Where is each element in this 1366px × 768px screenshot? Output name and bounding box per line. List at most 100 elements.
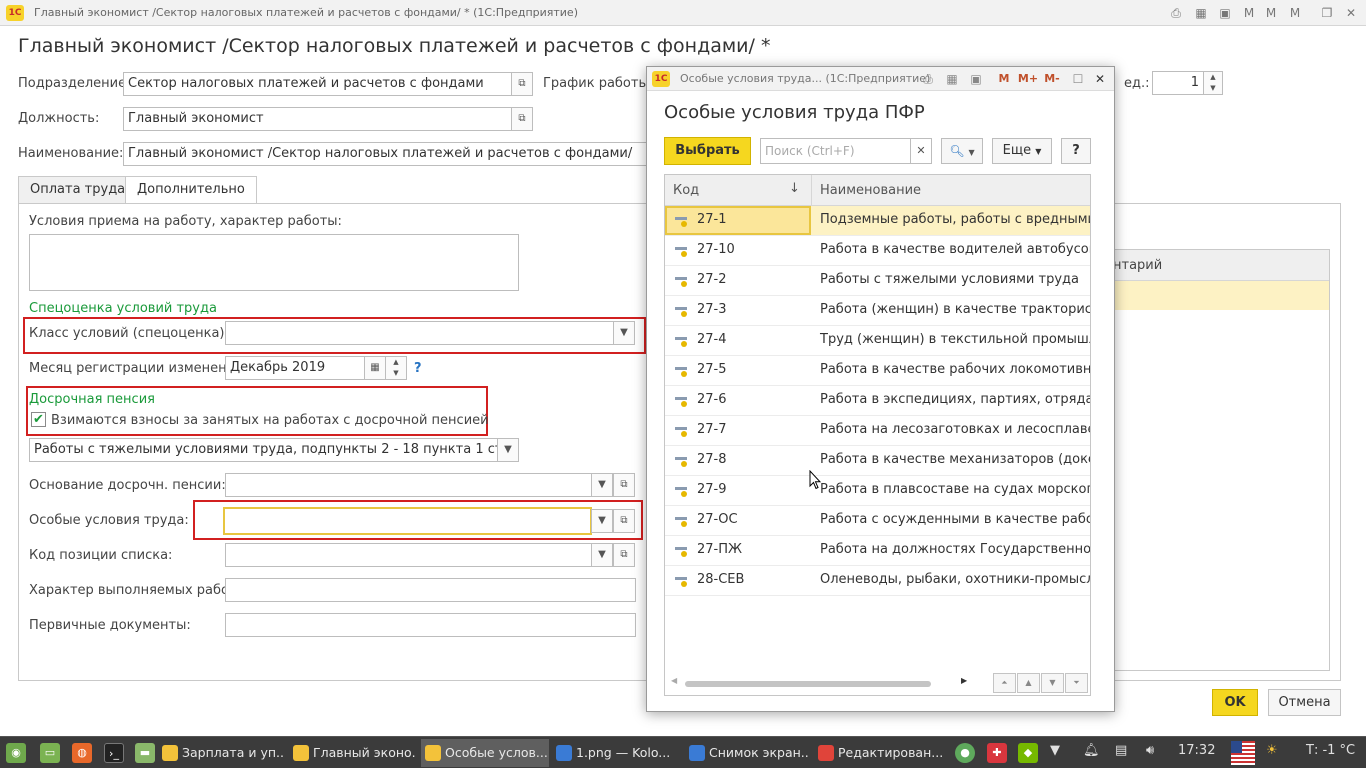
contributions-checkbox[interactable]: ✔: [31, 412, 46, 427]
department-field[interactable]: Сектор налоговых платежей и расчетов с ф…: [123, 72, 512, 96]
list-item[interactable]: 27-ПЖ Работа на должностях Государственно…: [665, 536, 1090, 566]
dialog-calendar-icon[interactable]: ▣: [967, 70, 985, 88]
mint-menu-icon[interactable]: ◉: [6, 743, 26, 763]
works-type-field[interactable]: Работы с тяжелыми условиями труда, подпу…: [29, 438, 498, 462]
hiring-conditions-textarea[interactable]: [29, 234, 519, 291]
memory-plus-icon[interactable]: M: [1262, 5, 1280, 21]
ok-button[interactable]: OK: [1212, 689, 1258, 716]
scroll-up-icon[interactable]: ▲: [1017, 673, 1040, 693]
list-position-code-field[interactable]: [225, 543, 592, 567]
list-item[interactable]: 27-9 Работа в плавсоставе на судах морско…: [665, 476, 1090, 506]
code-cell[interactable]: 27-3: [665, 296, 811, 325]
calculator-icon[interactable]: ▦: [1192, 5, 1210, 21]
temperature[interactable]: Т: -1 °С: [1306, 743, 1355, 758]
list-position-code-open-button[interactable]: ⧉: [613, 543, 635, 567]
dialog-memory-minus-icon[interactable]: M-: [1041, 70, 1063, 88]
code-cell[interactable]: 27-2: [665, 266, 811, 295]
taskbar-window-item[interactable]: 1.png — Kolo...: [552, 739, 680, 767]
background-selected-row[interactable]: [1111, 281, 1329, 310]
nvidia-icon[interactable]: ◆: [1018, 743, 1038, 763]
list-item[interactable]: 27-7 Работа на лесозаготовках и лесосплав…: [665, 416, 1090, 446]
list-item[interactable]: 27-4 Труд (женщин) в текстильной промышле…: [665, 326, 1090, 356]
volume-icon[interactable]: 🔊︎: [1146, 743, 1154, 758]
print-icon[interactable]: ⎙: [1167, 5, 1185, 21]
weather-icon[interactable]: ☀: [1266, 743, 1278, 758]
conditions-class-dropdown-button[interactable]: ▼: [613, 321, 635, 345]
scroll-down-icon[interactable]: ▼: [1041, 673, 1064, 693]
early-pension-basis-open-button[interactable]: ⧉: [613, 473, 635, 497]
dialog-calculator-icon[interactable]: ▦: [943, 70, 961, 88]
scroll-top-icon[interactable]: ⏶: [993, 673, 1016, 693]
horizontal-scrollbar[interactable]: ◀ ▶: [671, 676, 971, 690]
reg-month-calendar-button[interactable]: ▦: [364, 356, 386, 380]
position-open-button[interactable]: ⧉: [511, 107, 533, 131]
taskbar-window-item[interactable]: Особые услов...: [421, 739, 549, 767]
list-item[interactable]: 27-ОС Работа с осужденными в качестве раб…: [665, 506, 1090, 536]
code-cell[interactable]: 27-9: [665, 476, 811, 505]
code-cell[interactable]: 28-СЕВ: [665, 566, 811, 595]
scroll-right-icon[interactable]: ▶: [961, 676, 967, 685]
early-pension-basis-field[interactable]: [225, 473, 592, 497]
app-tray-icon[interactable]: ●: [955, 743, 975, 763]
search-input[interactable]: Поиск (Ctrl+F): [760, 138, 911, 164]
dialog-maximize-icon[interactable]: ☐: [1069, 70, 1087, 88]
list-item[interactable]: 27-10 Работа в качестве водителей автобус…: [665, 236, 1090, 266]
column-name-header[interactable]: Наименование: [820, 183, 921, 198]
special-conditions-field[interactable]: [223, 507, 592, 535]
code-cell[interactable]: 27-4: [665, 326, 811, 355]
taskbar-window-item[interactable]: Редактирован...: [814, 739, 944, 767]
taskbar-window-item[interactable]: Зарплата и уп...: [158, 739, 284, 767]
special-conditions-dropdown-button[interactable]: ▼: [591, 509, 613, 533]
units-field[interactable]: 1: [1152, 71, 1204, 95]
firefox-icon[interactable]: ◍: [72, 743, 92, 763]
dialog-print-icon[interactable]: ⎙: [919, 70, 937, 88]
taskbar-window-item[interactable]: Снимок экран...: [685, 739, 809, 767]
tab-payment[interactable]: Оплата труда: [18, 176, 138, 204]
column-divider[interactable]: [811, 175, 812, 206]
reg-month-help-icon[interactable]: ?: [414, 361, 422, 376]
search-options-button[interactable]: 🔍︎ ▼: [941, 138, 983, 164]
dialog-memory-plus-icon[interactable]: M+: [1017, 70, 1039, 88]
units-spinner[interactable]: ▲ ▼: [1203, 71, 1223, 95]
reg-month-spinner[interactable]: ▲ ▼: [385, 356, 407, 380]
show-desktop-icon[interactable]: ▭: [40, 743, 60, 763]
position-field[interactable]: Главный экономист: [123, 107, 512, 131]
code-cell[interactable]: 27-ПЖ: [665, 536, 811, 565]
scroll-bottom-icon[interactable]: ⏷: [1065, 673, 1088, 693]
primary-docs-field[interactable]: [225, 613, 636, 637]
code-cell[interactable]: 27-5: [665, 356, 811, 385]
code-cell[interactable]: 27-7: [665, 416, 811, 445]
help-button[interactable]: ?: [1061, 138, 1091, 164]
clipboard-icon[interactable]: ▤: [1115, 743, 1127, 758]
code-cell[interactable]: 27-ОС: [665, 506, 811, 535]
works-type-dropdown-button[interactable]: ▼: [497, 438, 519, 462]
column-code-header[interactable]: Код: [673, 183, 699, 198]
select-button[interactable]: Выбрать: [664, 137, 751, 165]
list-item[interactable]: 27-3 Работа (женщин) в качестве тракторис…: [665, 296, 1090, 326]
close-window-icon[interactable]: ✕: [1342, 5, 1360, 21]
reg-month-field[interactable]: Декабрь 2019: [225, 356, 365, 380]
scrollbar-thumb[interactable]: [685, 681, 931, 687]
list-item[interactable]: 27-2 Работы с тяжелыми условиями труда: [665, 266, 1090, 296]
code-cell[interactable]: 27-1: [665, 206, 811, 235]
calendar-icon[interactable]: ▣: [1216, 5, 1234, 21]
scroll-left-icon[interactable]: ◀: [671, 676, 677, 685]
files-icon[interactable]: ▬: [135, 743, 155, 763]
code-cell[interactable]: 27-10: [665, 236, 811, 265]
keyboard-layout-flag-icon[interactable]: [1231, 741, 1255, 765]
code-cell[interactable]: 27-8: [665, 446, 811, 475]
name-field[interactable]: Главный экономист /Сектор налоговых плат…: [123, 142, 653, 166]
dialog-close-icon[interactable]: ✕: [1091, 70, 1109, 88]
list-item[interactable]: 27-1 Подземные работы, работы с вредными …: [665, 206, 1090, 236]
memory-m-icon[interactable]: M: [1240, 5, 1258, 21]
list-item[interactable]: 27-6 Работа в экспедициях, партиях, отряд…: [665, 386, 1090, 416]
special-conditions-open-button[interactable]: ⧉: [613, 509, 635, 533]
dialog-memory-m-icon[interactable]: M: [995, 70, 1013, 88]
department-open-button[interactable]: ⧉: [511, 72, 533, 96]
memory-minus-icon[interactable]: M: [1286, 5, 1304, 21]
list-item[interactable]: 28-СЕВ Оленеводы, рыбаки, охотники-промыс…: [665, 566, 1090, 596]
taskbar-window-item[interactable]: Главный эконо...: [289, 739, 415, 767]
list-item[interactable]: 27-5 Работа в качестве рабочих локомотивн…: [665, 356, 1090, 386]
wifi-icon[interactable]: ▼: [1050, 743, 1060, 758]
search-clear-icon[interactable]: ✕: [910, 138, 932, 164]
